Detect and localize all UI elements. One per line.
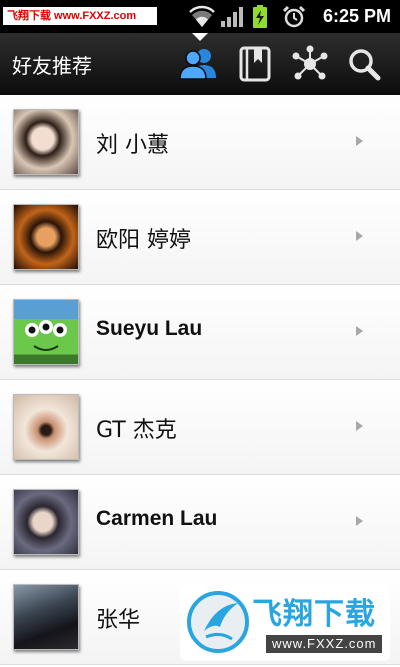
signal-icon bbox=[220, 5, 244, 33]
wifi-icon bbox=[188, 5, 216, 33]
avatar bbox=[13, 109, 79, 175]
chevron-right-icon bbox=[356, 326, 363, 336]
friend-list: 刘 小蕙 欧阳 婷婷 Sueyu Lau GT 杰克 Carmen Lau 张华 bbox=[0, 95, 400, 667]
active-tab-indicator bbox=[192, 33, 208, 41]
friend-name: Carmen Lau bbox=[96, 507, 218, 530]
search-button[interactable] bbox=[343, 44, 385, 84]
status-time: 6:25 PM bbox=[322, 6, 391, 26]
friend-row[interactable]: Sueyu Lau bbox=[0, 285, 400, 380]
friend-name: 刘 小蕙 bbox=[96, 133, 169, 158]
alarm-icon bbox=[282, 5, 306, 33]
battery-charging-icon bbox=[252, 5, 268, 33]
chevron-right-icon bbox=[356, 421, 363, 431]
friends-tab-button[interactable] bbox=[178, 44, 220, 84]
friend-row[interactable]: 欧阳 婷婷 bbox=[0, 190, 400, 285]
friend-name: GT 杰克 bbox=[96, 418, 177, 443]
friend-name: 张华 bbox=[96, 608, 141, 633]
friend-name: 欧阳 婷婷 bbox=[96, 228, 191, 253]
search-icon bbox=[343, 49, 385, 88]
friend-row[interactable]: 刘 小蕙 bbox=[0, 95, 400, 190]
network-nodes-icon bbox=[289, 45, 331, 88]
avatar bbox=[13, 489, 79, 555]
action-bar: 好友推荐 bbox=[0, 33, 400, 95]
friend-name: Sueyu Lau bbox=[96, 317, 203, 340]
avatar bbox=[13, 299, 79, 365]
watermark-top: 飞翔下载 www.FXXZ.com bbox=[3, 7, 157, 25]
watermark-url: www.FXXZ.com bbox=[266, 635, 383, 653]
friends-icon bbox=[178, 49, 220, 88]
phone-screen: 飞翔下载 www.FXXZ.com 6:25 PM 好友推荐 刘 小蕙 欧阳 婷… bbox=[0, 0, 400, 667]
chevron-right-icon bbox=[356, 516, 363, 526]
avatar bbox=[13, 204, 79, 270]
chevron-right-icon bbox=[356, 136, 363, 146]
network-tab-button[interactable] bbox=[289, 44, 331, 84]
friend-row[interactable]: GT 杰克 bbox=[0, 380, 400, 475]
avatar bbox=[13, 584, 79, 650]
avatar bbox=[13, 394, 79, 460]
watermark-text: 飞翔下载 bbox=[252, 597, 376, 632]
chevron-right-icon bbox=[356, 231, 363, 241]
bookmark-book-icon bbox=[234, 46, 276, 88]
bookmark-tab-button[interactable] bbox=[234, 44, 276, 84]
status-bar: 飞翔下载 www.FXXZ.com 6:25 PM bbox=[0, 0, 400, 33]
friend-row[interactable]: Carmen Lau bbox=[0, 475, 400, 570]
page-title: 好友推荐 bbox=[12, 54, 92, 78]
watermark-logo-icon bbox=[186, 587, 250, 661]
watermark-bottom: 飞翔下载 www.FXXZ.com bbox=[180, 585, 390, 661]
